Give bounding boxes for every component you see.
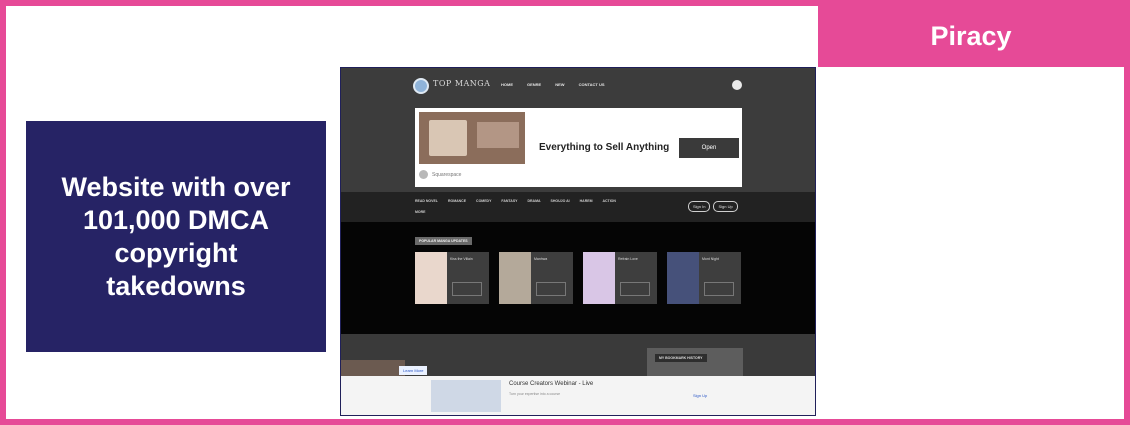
nav-links: HOME GENRE NEW CONTACT US bbox=[501, 82, 605, 87]
manga-cover[interactable] bbox=[583, 252, 615, 304]
ad-brand-name: Squarespace bbox=[432, 171, 462, 178]
category-links: READ NOVEL ROMANCE COMEDY FANTASY DRAMA … bbox=[415, 199, 616, 203]
featured-section: POPULAR MANGA UPDATES Kiss the Villain M… bbox=[341, 222, 815, 334]
search-icon[interactable] bbox=[732, 80, 742, 90]
bottom-ad-title: Course Creators Webinar - Live bbox=[509, 381, 594, 387]
learn-more-button[interactable]: Learn More bbox=[399, 366, 428, 375]
category-nav: READ NOVEL ROMANCE COMEDY FANTASY DRAMA … bbox=[341, 192, 815, 222]
ad-image-inner-2 bbox=[477, 122, 519, 148]
piracy-tag: Piracy bbox=[818, 6, 1124, 67]
banner-ad[interactable]: Everything to Sell Anything Open Squares… bbox=[415, 108, 742, 187]
ad-headline: Everything to Sell Anything bbox=[539, 142, 670, 153]
nav-new[interactable]: NEW bbox=[555, 82, 564, 87]
read-button[interactable] bbox=[620, 282, 650, 296]
manga-card[interactable]: Manhwa bbox=[499, 252, 573, 304]
website-screenshot: TOP MANGA HOME GENRE NEW CONTACT US Ever… bbox=[340, 67, 816, 416]
cat-item[interactable]: ACTION bbox=[603, 199, 616, 203]
cat-item[interactable]: DRAMA bbox=[528, 199, 541, 203]
ad-image-inner bbox=[429, 120, 467, 156]
read-button[interactable] bbox=[536, 282, 566, 296]
brand-logo-icon bbox=[419, 170, 428, 179]
manga-cover[interactable] bbox=[499, 252, 531, 304]
nav-home[interactable]: HOME bbox=[501, 82, 513, 87]
manga-card[interactable]: Mont Night bbox=[667, 252, 741, 304]
sign-up-button[interactable]: Sign Up bbox=[713, 201, 738, 212]
manga-card[interactable]: Kiss the Villain bbox=[415, 252, 489, 304]
manga-title[interactable]: Kiss the Villain bbox=[450, 257, 486, 261]
cat-item[interactable]: ROMANCE bbox=[448, 199, 466, 203]
read-button[interactable] bbox=[704, 282, 734, 296]
nav-contact[interactable]: CONTACT US bbox=[579, 82, 605, 87]
cat-item[interactable]: HAREM bbox=[580, 199, 593, 203]
manga-cover[interactable] bbox=[667, 252, 699, 304]
read-button[interactable] bbox=[452, 282, 482, 296]
bottom-ad-banner[interactable]: Course Creators Webinar - Live Turn your… bbox=[341, 376, 815, 415]
more-link[interactable]: MORE bbox=[415, 210, 426, 214]
manga-title[interactable]: Refrain Love bbox=[618, 257, 654, 261]
manga-title[interactable]: Manhwa bbox=[534, 257, 570, 261]
nav-genre[interactable]: GENRE bbox=[527, 82, 541, 87]
ad-image bbox=[419, 112, 525, 164]
bottom-ad-image bbox=[431, 380, 501, 412]
bookmark-label: MY BOOKMARK HISTORY bbox=[655, 354, 707, 362]
manga-cover[interactable] bbox=[415, 252, 447, 304]
featured-label: POPULAR MANGA UPDATES bbox=[415, 237, 472, 245]
site-logo-text[interactable]: TOP MANGA bbox=[433, 79, 490, 88]
callout-box: Website with over 101,000 DMCA copyright… bbox=[26, 121, 326, 352]
sign-in-button[interactable]: Sign In bbox=[688, 201, 711, 212]
cat-item[interactable]: FANTASY bbox=[501, 199, 517, 203]
auth-buttons: Sign In Sign Up bbox=[688, 201, 738, 212]
ad-brand: Squarespace bbox=[419, 170, 461, 179]
manga-title[interactable]: Mont Night bbox=[702, 257, 738, 261]
ad-open-button[interactable]: Open bbox=[679, 138, 739, 158]
logo-icon[interactable] bbox=[413, 78, 429, 94]
manga-card[interactable]: Refrain Love bbox=[583, 252, 657, 304]
top-nav: TOP MANGA HOME GENRE NEW CONTACT US bbox=[341, 68, 815, 102]
bottom-ad-signup[interactable]: Sign Up bbox=[693, 393, 707, 398]
callout-text: Website with over 101,000 DMCA copyright… bbox=[61, 171, 291, 301]
bottom-ad-subtitle: Turn your expertise into a course bbox=[509, 392, 561, 396]
cat-item[interactable]: SHOUJO AI bbox=[551, 199, 570, 203]
cat-item[interactable]: COMEDY bbox=[476, 199, 491, 203]
cat-item[interactable]: READ NOVEL bbox=[415, 199, 438, 203]
